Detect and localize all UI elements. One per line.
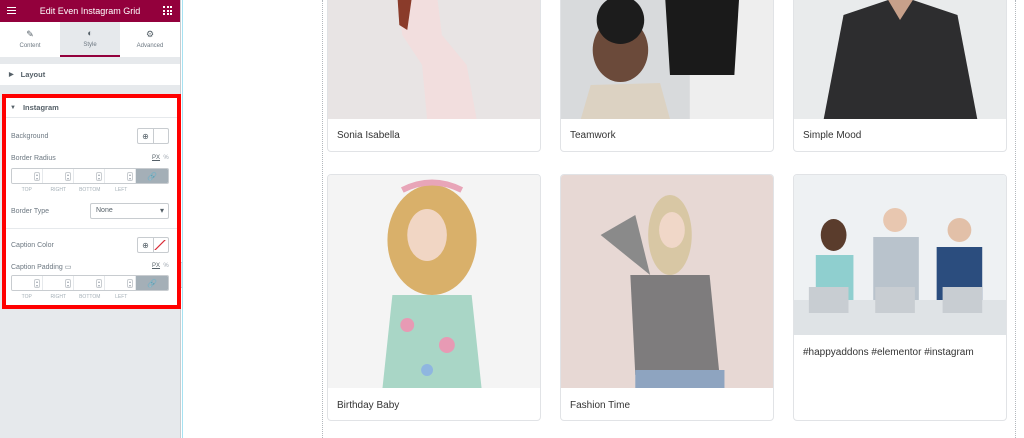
grid-item-caption: Fashion Time: [570, 400, 631, 411]
grid-item-caption: Birthday Baby: [337, 400, 400, 411]
editor-panel: Edit Even Instagram Grid ✎ Content ◐ Style…: [0, 0, 181, 438]
preview-canvas: Sonia Isabella Teamwork Simple Mood Birt…: [182, 0, 1024, 438]
padding-left-input[interactable]: ▴ ▾: [105, 276, 136, 290]
grid-item[interactable]: Birthday Baby: [327, 174, 541, 421]
grid-item-caption: Sonia Isabella: [337, 130, 400, 141]
half-circle-icon: ◐: [87, 28, 93, 38]
caption-padding-label: Caption Padding ▭: [11, 264, 72, 271]
grid-item-caption: Simple Mood: [803, 130, 862, 141]
radius-right-input[interactable]: ▴ ▾: [43, 169, 74, 183]
grid-item-caption: Teamwork: [570, 130, 616, 141]
gear-icon: ⚙: [145, 29, 155, 39]
panel-tabs: ✎ Content ◐ Style ⚙ Advanced: [0, 22, 180, 58]
caption-color-control[interactable]: ⊕: [137, 237, 169, 253]
grid-item[interactable]: #happyaddons #elementor #instagram: [793, 174, 1007, 421]
grid-item-caption: #happyaddons #elementor #instagram: [803, 347, 974, 358]
photo-woman-flower-crown: [328, 175, 540, 388]
border-type-label: Border Type: [11, 208, 50, 215]
guide-line: [322, 0, 323, 438]
panel-header: Edit Even Instagram Grid: [0, 0, 180, 22]
globe-icon[interactable]: ⊕: [138, 129, 154, 143]
dimension-labels: TOP RIGHT BOTTOM LEFT: [21, 294, 128, 300]
radius-top-input[interactable]: ▴ ▾: [12, 169, 43, 183]
border-radius-dimensions: ▴ ▾ ▴ ▾ ▴ ▾ ▴ ▾ 🔗: [11, 168, 169, 184]
photo-woman-white-dress: [328, 0, 540, 119]
grid-item[interactable]: Sonia Isabella: [327, 0, 541, 152]
padding-right-input[interactable]: ▴ ▾: [43, 276, 74, 290]
tab-advanced[interactable]: ⚙ Advanced: [120, 22, 180, 57]
photo-woman-grey-sweater: [561, 175, 773, 388]
desktop-icon: ▭: [64, 264, 72, 271]
tab-style[interactable]: ◐ Style: [60, 22, 120, 57]
divider: [6, 228, 177, 229]
background-label: Background: [11, 133, 49, 140]
radius-left-input[interactable]: ▴ ▾: [105, 169, 136, 183]
unit-switcher[interactable]: PX %: [152, 263, 169, 269]
apps-grid-icon[interactable]: [163, 6, 172, 15]
photo-office-laptops: [794, 175, 1006, 335]
grid-item[interactable]: Teamwork: [560, 0, 774, 152]
padding-bottom-input[interactable]: ▴ ▾: [74, 276, 105, 290]
background-type-control[interactable]: ⊕: [137, 128, 169, 144]
grid-item[interactable]: Fashion Time: [560, 174, 774, 421]
tab-content[interactable]: ✎ Content: [0, 22, 60, 57]
no-color-swatch[interactable]: [154, 240, 166, 250]
photo-teamwork: [561, 0, 773, 119]
caret-down-icon: ▼: [10, 104, 16, 111]
panel-title: Edit Even Instagram Grid: [39, 6, 141, 16]
radius-bottom-input[interactable]: ▴ ▾: [74, 169, 105, 183]
instagram-style-section: ▼ Instagram Background ⊕ Border Radius PX…: [2, 94, 181, 309]
link-values-icon[interactable]: 🔗: [136, 276, 168, 290]
caption-padding-dimensions: ▴ ▾ ▴ ▾ ▴ ▾ ▴ ▾ 🔗: [11, 275, 169, 291]
link-values-icon[interactable]: 🔗: [136, 169, 168, 183]
dimension-labels: TOP RIGHT BOTTOM LEFT: [21, 187, 128, 193]
section-layout[interactable]: ▶ Layout: [0, 64, 180, 85]
unit-switcher[interactable]: PX %: [152, 155, 169, 161]
section-instagram[interactable]: ▼ Instagram: [6, 98, 177, 118]
section-edge: [182, 0, 183, 438]
pencil-icon: ✎: [26, 29, 34, 39]
guide-line: [1015, 0, 1016, 438]
hamburger-menu-icon[interactable]: [7, 7, 16, 14]
border-type-select[interactable]: None: [90, 203, 169, 219]
border-radius-label: Border Radius: [11, 155, 56, 162]
caret-right-icon: ▶: [9, 72, 14, 78]
globe-icon[interactable]: ⊕: [138, 238, 154, 252]
padding-top-input[interactable]: ▴ ▾: [12, 276, 43, 290]
caption-color-label: Caption Color: [11, 242, 54, 249]
photo-man-black-sweater: [794, 0, 1006, 119]
grid-item[interactable]: Simple Mood: [793, 0, 1007, 152]
